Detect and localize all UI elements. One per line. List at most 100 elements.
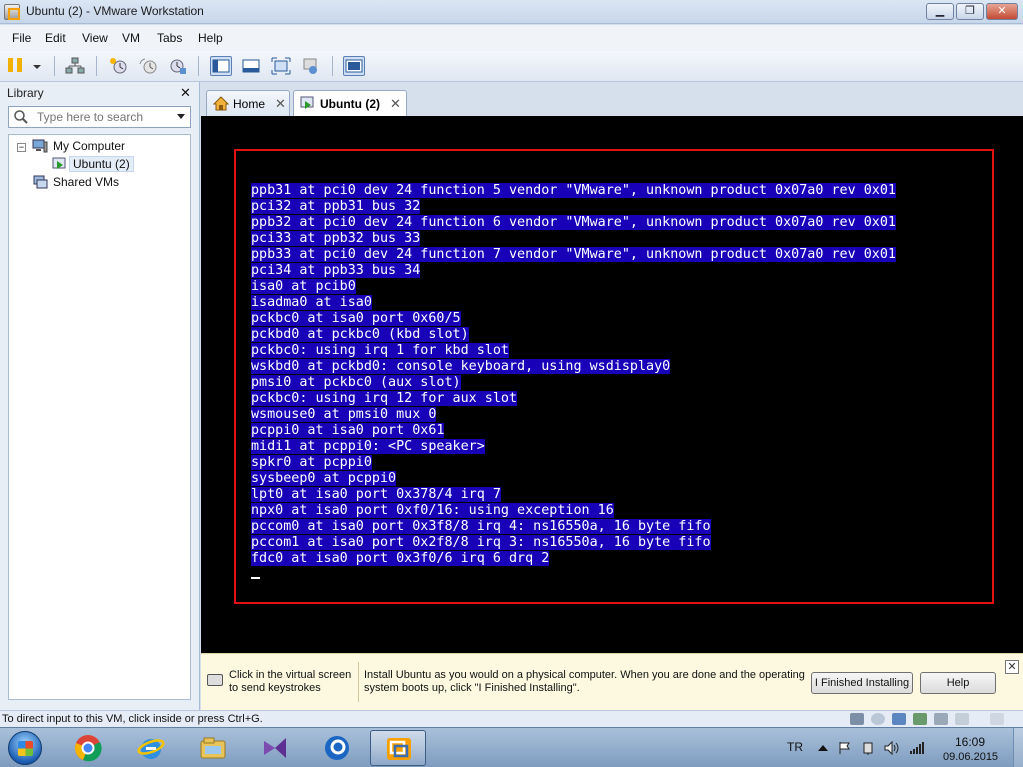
vmware-workstation-icon: [387, 738, 411, 760]
snapshot-manager-button[interactable]: [166, 56, 188, 76]
window-title: Ubuntu (2) - VMware Workstation: [26, 4, 204, 18]
start-button[interactable]: [2, 728, 48, 767]
boot-log-line: sysbeep0 at pcppi0: [251, 471, 397, 486]
tab-ubuntu-close-icon[interactable]: ✕: [390, 96, 401, 112]
boot-log-line: ppb32 at pci0 dev 24 function 6 vendor "…: [251, 215, 896, 230]
menu-tabs[interactable]: Tabs: [157, 31, 182, 45]
power-pause-button[interactable]: [6, 56, 28, 76]
boot-log-line: midi1 at pcppi0: <PC speaker>: [251, 439, 485, 454]
sound-card-icon[interactable]: [934, 713, 948, 725]
ie-icon: [137, 739, 165, 759]
toolbar-separator: [54, 56, 55, 76]
power-menu-dropdown[interactable]: [30, 56, 44, 76]
finished-installing-button[interactable]: I Finished Installing: [811, 672, 913, 694]
clock-time[interactable]: 16:09: [955, 735, 985, 749]
tree-item-ubuntu-2[interactable]: Ubuntu (2): [69, 156, 134, 172]
volume-icon[interactable]: [884, 741, 899, 755]
toolbar: [0, 51, 1023, 82]
status-text: To direct input to this VM, click inside…: [2, 713, 263, 725]
tab-home[interactable]: Home ✕: [206, 90, 290, 116]
toolbar-separator: [96, 56, 97, 76]
library-panel: Library ✕ − My Computer Ubuntu (2) Share…: [0, 82, 200, 710]
boot-log-line: ppb33 at pci0 dev 24 function 7 vendor "…: [251, 247, 896, 262]
tree-collapse-toggle[interactable]: −: [17, 143, 26, 152]
usb-safely-remove-icon[interactable]: [861, 741, 876, 755]
boot-log-line: wsmouse0 at pmsi0 mux 0: [251, 407, 437, 422]
taskbar-windows-explorer[interactable]: [185, 730, 241, 766]
keyboard-icon: [207, 674, 223, 686]
network-button[interactable]: [64, 56, 86, 76]
vm-console-screen[interactable]: ppb31 at pci0 dev 24 function 5 vendor "…: [201, 116, 1023, 653]
message-log-icon[interactable]: [990, 713, 1004, 725]
library-close-button[interactable]: ✕: [180, 85, 191, 101]
library-tree: − My Computer Ubuntu (2) Shared VMs: [8, 134, 191, 700]
input-language-indicator[interactable]: TR: [787, 740, 803, 754]
taskbar-internet-explorer[interactable]: [123, 730, 179, 766]
home-icon: [213, 96, 229, 111]
usb-device-icon[interactable]: [913, 713, 927, 725]
thumbnail-bar-button[interactable]: [240, 56, 262, 76]
tab-bar: Home ✕ Ubuntu (2) ✕: [201, 82, 1023, 116]
menu-file[interactable]: File: [12, 31, 31, 45]
boot-log-line: isadma0 at isa0: [251, 295, 372, 310]
search-icon: [14, 110, 28, 124]
toolbar-separator: [198, 56, 199, 76]
tab-home-label: Home: [233, 97, 266, 111]
menu-view[interactable]: View: [82, 31, 108, 45]
action-center-flag-icon[interactable]: [838, 741, 853, 755]
vmware-app-icon: [4, 4, 20, 20]
minimize-button[interactable]: ▁: [926, 3, 954, 20]
hint-separator: [358, 662, 359, 702]
boot-log-line: pmsi0 at pckbc0 (aux slot): [251, 375, 461, 390]
maximize-button[interactable]: ❐: [956, 3, 984, 20]
boot-log-line: pci32 at ppb31 bus 32: [251, 199, 421, 214]
cd-drive-icon[interactable]: [871, 713, 885, 725]
boot-log-line: wskbd0 at pckbd0: console keyboard, usin…: [251, 359, 671, 374]
text-cursor: [251, 577, 260, 579]
show-desktop-button[interactable]: [1013, 728, 1023, 767]
boot-log-line: npx0 at isa0 port 0xf0/16: using excepti…: [251, 503, 614, 518]
menu-vm[interactable]: VM: [122, 31, 140, 45]
network-adapter-icon[interactable]: [892, 713, 906, 725]
console-view-button[interactable]: [343, 56, 365, 76]
computer-icon: [32, 139, 48, 153]
display-icon[interactable]: [955, 713, 969, 725]
boot-log-line: ppb31 at pci0 dev 24 function 5 vendor "…: [251, 183, 896, 198]
vm-running-icon: [300, 96, 314, 109]
help-button[interactable]: Help: [920, 672, 996, 694]
taskbar-vmware-app[interactable]: [309, 730, 365, 766]
console-view-icon: [345, 59, 363, 73]
library-search-input[interactable]: [37, 110, 172, 124]
revert-snapshot-button[interactable]: [138, 56, 160, 76]
windows-taskbar: TR 16:09 09.06.2015: [0, 727, 1023, 767]
taskbar-visual-studio[interactable]: [247, 730, 303, 766]
unity-icon: [303, 58, 317, 74]
tab-ubuntu-2[interactable]: Ubuntu (2) ✕: [293, 90, 407, 116]
hard-disk-icon[interactable]: [850, 713, 864, 725]
full-screen-button[interactable]: [270, 56, 292, 76]
menu-help[interactable]: Help: [198, 31, 223, 45]
tree-item-my-computer[interactable]: My Computer: [53, 139, 125, 153]
search-dropdown-arrow[interactable]: [177, 114, 185, 119]
library-search-box[interactable]: [8, 106, 191, 128]
menu-edit[interactable]: Edit: [45, 31, 66, 45]
boot-log-line: pcppi0 at isa0 port 0x61: [251, 423, 445, 438]
snapshot-button[interactable]: [108, 56, 130, 76]
tab-home-close-icon[interactable]: ✕: [275, 96, 286, 112]
vmware-icon-2: [325, 736, 349, 760]
boot-log-line: pckbc0 at isa0 port 0x60/5: [251, 311, 461, 326]
network-signal-icon[interactable]: [909, 741, 924, 755]
show-hidden-icons-arrow[interactable]: [818, 745, 828, 751]
boot-log-line: pckbc0: using irq 1 for kbd slot: [251, 343, 509, 358]
unity-button[interactable]: [300, 56, 322, 76]
hint-close-button[interactable]: ✕: [1005, 660, 1019, 674]
taskbar-chrome[interactable]: [60, 730, 116, 766]
show-library-button[interactable]: [210, 56, 232, 76]
clock-date[interactable]: 09.06.2015: [943, 751, 998, 763]
tree-item-shared-vms[interactable]: Shared VMs: [53, 175, 119, 189]
explorer-icon: [200, 737, 226, 759]
close-button[interactable]: ✕: [986, 3, 1018, 20]
tab-ubuntu-label: Ubuntu (2): [320, 97, 380, 111]
chrome-icon: [75, 735, 102, 762]
taskbar-vmware-workstation[interactable]: [370, 730, 426, 766]
